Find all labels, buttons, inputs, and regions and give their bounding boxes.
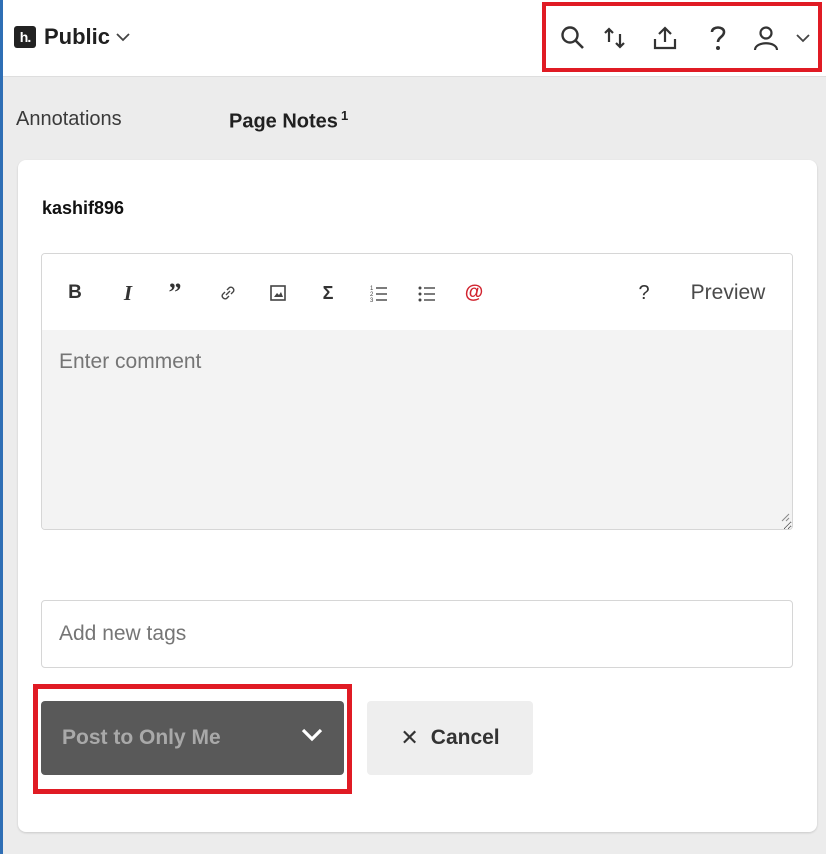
page-note-card: kashif896 B I ” Σ 123 @ ? Preview Enter … [18,160,817,832]
quote-button[interactable]: ” [164,278,186,308]
svg-text:3: 3 [370,298,374,303]
hypothesis-logo: h. [14,26,36,48]
cancel-button-label: Cancel [430,726,500,749]
resize-grip-icon[interactable] [780,509,790,527]
editor-help-button[interactable]: ? [634,278,654,308]
tab-page-notes[interactable]: Page Notes 1 [229,108,348,134]
bold-button[interactable]: B [66,278,84,308]
markdown-editor: B I ” Σ 123 @ ? Preview [41,253,793,530]
link-icon[interactable] [217,278,239,308]
cancel-button[interactable]: ✕ Cancel [367,701,533,775]
comment-textarea[interactable] [42,330,792,529]
tab-bar: Annotations Page Notes 1 [0,90,826,150]
tab-page-notes-label: Page Notes [229,110,338,133]
tab-annotations[interactable]: Annotations [16,108,122,131]
toolbar-highlight [542,2,822,72]
editor-toolbar: B I ” Σ 123 @ ? Preview [42,254,792,331]
numbered-list-icon[interactable]: 123 [368,278,390,308]
group-name: Public [44,24,111,49]
chevron-down-icon [116,32,130,42]
preview-button[interactable]: Preview [680,278,776,308]
math-button[interactable]: Σ [318,278,338,308]
italic-button[interactable]: I [119,278,137,308]
username: kashif896 [42,198,125,218]
mention-button[interactable]: @ [462,278,486,308]
image-icon[interactable] [267,278,289,308]
bullet-list-icon[interactable] [416,278,438,308]
tags-input[interactable] [41,600,793,668]
post-button-highlight [33,684,352,794]
page-notes-count: 1 [340,108,349,123]
group-selector[interactable]: h. Public [14,24,130,50]
close-icon: ✕ [400,725,419,750]
